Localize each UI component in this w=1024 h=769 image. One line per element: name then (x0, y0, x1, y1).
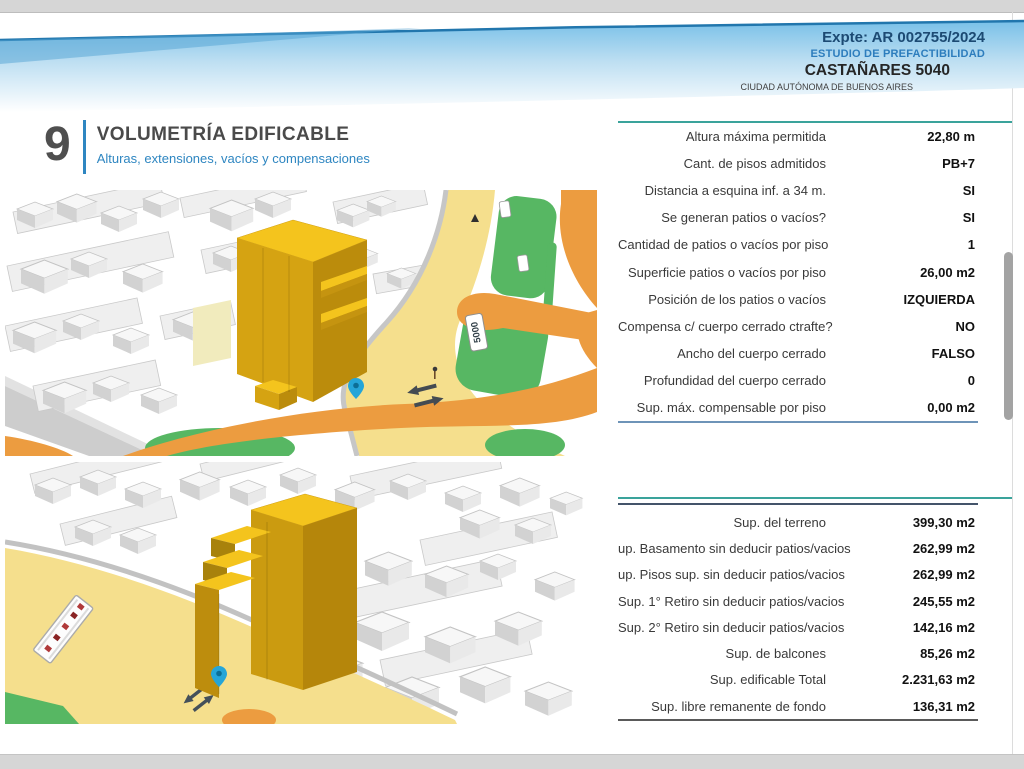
section-number: 9 (44, 118, 71, 171)
surface-label: Sup. edificable Total (709, 672, 826, 688)
param-label: Cantidad de patios o vacíos por piso (618, 237, 829, 253)
map-3d-view-top: 5000 (4, 171, 597, 468)
param-label: Superficie patios o vacíos por piso (628, 264, 826, 280)
table-row: Sup. de balcones 85,26 m2 (618, 640, 1012, 666)
surface-value: 142,16 m2 (912, 619, 975, 635)
table-row: Sup. máx. compensable por piso 0,00 m2 (618, 394, 1012, 421)
section-subtitle: Alturas, extensiones, vacíos y compensac… (96, 151, 370, 166)
param-value: 22,80 m (927, 129, 975, 145)
surface-label: Sup. libre remanente de fondo (651, 698, 826, 714)
surface-label: Sup. de balcones (725, 646, 826, 662)
section-header: 9 VOLUMETRÍA EDIFICABLE Alturas, extensi… (44, 116, 370, 174)
param-label: Compensa c/ cuerpo cerrado ctrafte? (618, 318, 833, 334)
param-value: 0 (967, 372, 975, 388)
window-top-edge (0, 0, 1024, 13)
table-row: Compensa c/ cuerpo cerrado ctrafte? NO (618, 313, 1012, 340)
surface-value: 85,26 m2 (920, 646, 975, 662)
param-label: Profundidad del cuerpo cerrado (643, 372, 826, 388)
building-volume (236, 219, 368, 410)
param-value: SI (962, 183, 975, 199)
param-label: Posición de los patios o vacíos (648, 291, 826, 307)
surface-value: 245,55 m2 (912, 593, 975, 609)
table-row: Altura máxima permitida 22,80 m (618, 123, 1012, 150)
parameters-table: Altura máxima permitida 22,80 m Cant. de … (618, 121, 1012, 424)
table-row: Cant. de pisos admitidos PB+7 (618, 150, 1012, 177)
table-bottom-rule (618, 421, 978, 424)
surfaces-table: Sup. del terreno 399,30 m2 up. Basamento … (618, 497, 1012, 722)
surface-label: Sup. 1° Retiro sin deducir patios/vacios (618, 593, 845, 609)
param-label: Ancho del cuerpo cerrado (677, 345, 826, 361)
section-title: VOLUMETRÍA EDIFICABLE (96, 124, 350, 145)
surface-value: 399,30 m2 (912, 514, 975, 530)
table-row: Distancia a esquina inf. a 34 m. SI (618, 177, 1012, 204)
param-value: 1 (967, 237, 975, 253)
param-label: Cant. de pisos admitidos (683, 156, 826, 172)
table-row: Superficie patios o vacíos por piso 26,00… (618, 258, 1012, 285)
param-value: IZQUIERDA (903, 291, 976, 307)
param-label: Sup. máx. compensable por piso (636, 399, 826, 415)
table-bottom-rule (618, 719, 978, 722)
table-row: Se generan patios o vacíos? SI (618, 204, 1012, 231)
surface-label: up. Basamento sin deducir patios/vacios (618, 540, 851, 556)
table-row: Ancho del cuerpo cerrado FALSO (618, 340, 1012, 367)
param-value: 26,00 m2 (920, 264, 975, 280)
table-row: Sup. 2° Retiro sin deducir patios/vacios… (618, 614, 1012, 640)
expediente-number: Expte: AR 002755/2024 (822, 29, 985, 46)
table-row: up. Basamento sin deducir patios/vacios 2… (618, 535, 1012, 561)
document-header: Expte: AR 002755/2024 ESTUDIO DE PREFACT… (740, 30, 985, 92)
surface-label: Sup. 2° Retiro sin deducir patios/vacios (618, 619, 845, 635)
param-label: Altura máxima permitida (685, 129, 826, 145)
table-row: up. Pisos sup. sin deducir patios/vacios… (618, 562, 1012, 588)
table-row: Sup. edificable Total 2.231,63 m2 (618, 667, 1012, 693)
project-city: CIUDAD AUTÓNOMA DE BUENOS AIRES (740, 81, 913, 92)
table-row: Sup. 1° Retiro sin deducir patios/vacios… (618, 588, 1012, 614)
table-row: Sup. libre remanente de fondo 136,31 m2 (618, 693, 1012, 719)
table-row: Sup. del terreno 399,30 m2 (618, 509, 1012, 535)
map-3d-view-bottom (4, 434, 600, 731)
table-row: Cantidad de patios o vacíos por piso 1 (618, 231, 1012, 258)
param-value: SI (962, 210, 975, 226)
param-value: 0,00 m2 (927, 399, 975, 415)
param-label: Se generan patios o vacíos? (661, 210, 826, 226)
vertical-scrollbar-thumb[interactable] (1004, 252, 1013, 420)
project-address: CASTAÑARES 5040 (804, 62, 950, 80)
window-bottom-edge (0, 754, 1024, 769)
surface-value: 2.231,63 m2 (901, 672, 975, 688)
table-row: Posición de los patios o vacíos IZQUIERDA (618, 286, 1012, 313)
param-value: NO (955, 318, 976, 334)
surface-value: 262,99 m2 (912, 567, 975, 583)
param-value: PB+7 (942, 156, 975, 172)
surface-value: 136,31 m2 (912, 698, 975, 714)
param-value: FALSO (931, 345, 975, 361)
table-row: Profundidad del cuerpo cerrado 0 (618, 367, 1012, 394)
section-divider-bar (82, 120, 86, 174)
param-label: Distancia a esquina inf. a 34 m. (644, 183, 826, 199)
surface-label: Sup. del terreno (733, 514, 826, 530)
surface-label: up. Pisos sup. sin deducir patios/vacios (618, 567, 845, 583)
surface-value: 262,99 m2 (912, 540, 975, 556)
